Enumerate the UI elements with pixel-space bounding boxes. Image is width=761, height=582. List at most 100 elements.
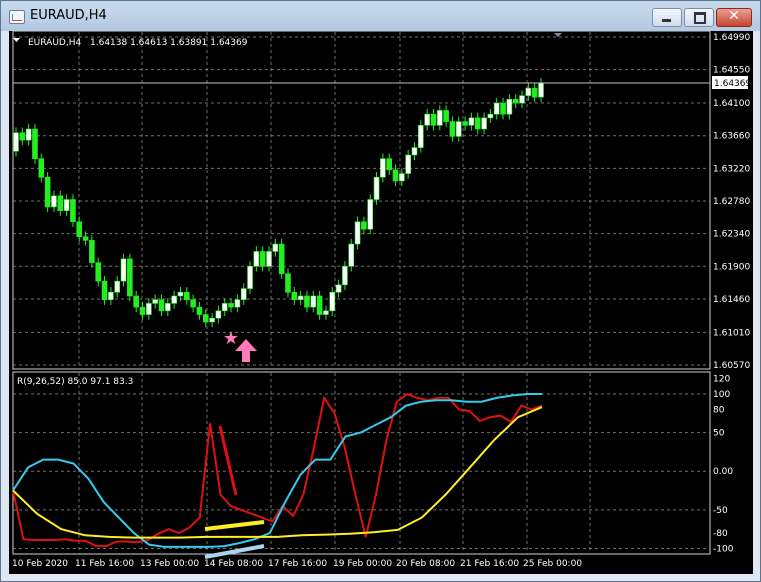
bull-candle — [418, 125, 424, 148]
bull-candle — [152, 299, 158, 304]
price-tick-label: 1.61900 — [713, 262, 750, 272]
bull-candle — [146, 303, 152, 315]
bear-candle — [291, 291, 298, 300]
bull-candle — [51, 195, 57, 208]
price-tick-label: 1.63660 — [713, 132, 750, 142]
bull-candle — [177, 291, 184, 297]
bull-candle — [209, 317, 215, 323]
bull-candle — [487, 113, 494, 119]
bull-candle — [171, 295, 177, 304]
price-tick-label: 1.63220 — [713, 164, 750, 174]
bull-candle — [519, 95, 525, 104]
bear-candle — [500, 102, 506, 115]
bear-candle — [228, 303, 234, 308]
maximize-icon — [694, 12, 706, 24]
time-tick-label: 17 Feb 16:00 — [268, 559, 327, 569]
bear-candle — [278, 243, 285, 275]
indicator-tick-label: -100 — [713, 544, 734, 554]
bear-candle — [32, 128, 38, 160]
bear-candle — [316, 295, 323, 315]
bull-candle — [354, 221, 361, 245]
price-panel-frame — [12, 30, 711, 370]
bull-candle — [310, 295, 317, 308]
bear-candle — [190, 299, 196, 308]
bull-candle — [468, 117, 475, 126]
bear-candle — [95, 262, 102, 282]
current-price-value: 1.64369 — [714, 79, 751, 89]
bear-candle — [512, 99, 519, 104]
ohlc-readout: 1.64138 1.64613 1.63891 1.64369 — [90, 38, 248, 48]
bear-candle — [38, 158, 45, 178]
bull-candle — [538, 82, 544, 98]
bull-candle — [13, 132, 19, 152]
bull-candle — [221, 303, 228, 312]
bear-candle — [127, 258, 133, 297]
bull-candle — [506, 99, 513, 115]
bear-candle — [474, 117, 481, 130]
bear-candle — [449, 121, 456, 137]
bull-candle — [481, 117, 487, 130]
window-title: EURAUD,H4 — [30, 8, 107, 23]
time-tick-label: 10 Feb 2020 — [12, 559, 68, 569]
minimize-button[interactable] — [652, 8, 682, 27]
bull-candle — [348, 243, 355, 267]
bear-candle — [101, 280, 108, 300]
time-tick-label: 25 Feb 00:00 — [523, 559, 582, 569]
indicator-tick-label: 100 — [713, 390, 730, 400]
bear-candle — [57, 195, 64, 211]
bear-candle — [443, 110, 449, 122]
bull-candle — [215, 310, 222, 319]
price-tick-label: 1.64100 — [713, 99, 750, 109]
chart-menu-triangle-icon[interactable] — [13, 38, 20, 42]
bull-candle — [272, 243, 279, 252]
bull-candle — [297, 295, 304, 300]
candles[interactable] — [13, 77, 544, 328]
chart-canvas[interactable]: 1.64990 1.64550 1.64100 1.63660 1.63220 1.627… — [9, 30, 753, 574]
bull-candle — [266, 251, 272, 267]
bull-candle — [493, 102, 500, 115]
bear-candle — [70, 199, 76, 223]
bear-candle — [44, 176, 51, 208]
bull-candle — [108, 291, 114, 300]
time-tick-label: 20 Feb 08:00 — [396, 559, 455, 569]
chart-area[interactable]: 1.64990 1.64550 1.64100 1.63660 1.63220 1.627… — [9, 30, 753, 574]
bull-candle — [25, 128, 32, 141]
price-tick-label: 1.60570 — [713, 361, 750, 371]
price-tick-label: 1.62340 — [713, 230, 750, 240]
maximize-button[interactable] — [684, 8, 714, 27]
terminal-chart-window: EURAUD,H4 ✕ 1.64990 1.64550 1.64100 1.63660… — [0, 0, 761, 582]
bear-candle — [19, 132, 26, 141]
bull-candle — [525, 87, 532, 96]
price-tick-label: 1.62780 — [713, 197, 750, 207]
bull-candle — [367, 199, 374, 230]
time-tick-label: 19 Feb 00:00 — [333, 559, 392, 569]
minimize-icon — [662, 19, 671, 22]
trend-drawing-red[interactable] — [218, 425, 238, 496]
time-tick-label: 21 Feb 16:00 — [460, 559, 519, 569]
indicator-tick-label: 80 — [713, 405, 725, 415]
tick-labels: 1.64990 1.64550 1.64100 1.63660 1.63220 1.627… — [12, 33, 750, 569]
bull-candle — [436, 110, 443, 126]
close-button[interactable]: ✕ — [716, 8, 752, 27]
indicator-panel-frame — [12, 371, 711, 555]
bear-candle — [392, 169, 399, 182]
time-tick-label: 14 Feb 08:00 — [204, 559, 263, 569]
time-tick-label: 11 Feb 16:00 — [75, 559, 134, 569]
bear-candle — [89, 240, 95, 263]
bull-candle — [335, 284, 342, 293]
close-icon: ✕ — [728, 8, 740, 24]
window-titlebar[interactable]: EURAUD,H4 ✕ — [1, 1, 760, 31]
star-signal-icon: ★ — [223, 328, 239, 349]
bear-candle — [139, 306, 146, 315]
bull-candle — [120, 258, 127, 282]
bear-candle — [196, 306, 203, 315]
chart-window-icon — [9, 10, 25, 24]
bull-candle — [405, 154, 411, 174]
indicator-tick-label: -80 — [713, 529, 728, 539]
bear-candle — [183, 291, 190, 300]
trend-drawing-yellow[interactable] — [204, 520, 265, 531]
price-tick-label: 1.64550 — [713, 66, 750, 76]
bear-candle — [531, 87, 538, 98]
bear-candle — [386, 158, 392, 171]
bull-candle — [373, 176, 380, 200]
